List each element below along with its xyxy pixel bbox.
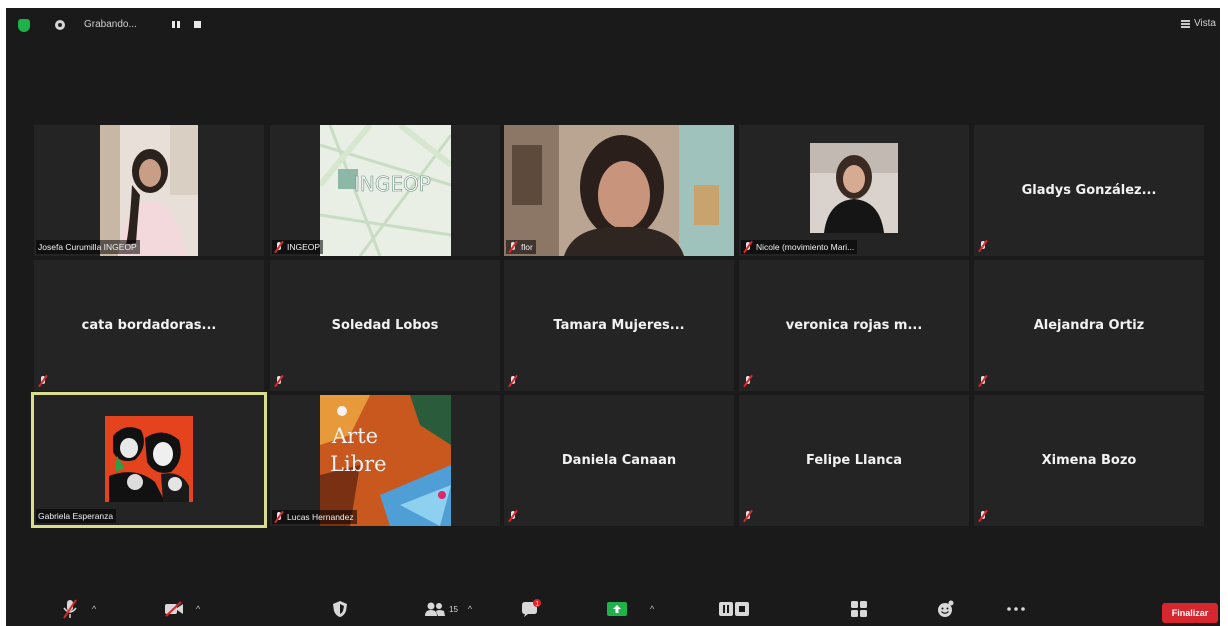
- record-pause-icon: [719, 602, 749, 616]
- ingeop-logo-text: INGEOP: [354, 172, 431, 196]
- participant-name: Alejandra Ortiz: [1033, 318, 1145, 333]
- ingeop-logo-image: INGEOP: [320, 125, 451, 256]
- participant-label: Gabriela Esperanza: [36, 509, 117, 523]
- participants-icon: [425, 602, 445, 616]
- mic-muted-icon: [743, 375, 753, 387]
- participant-tile-alejandra[interactable]: Alejandra Ortiz: [974, 260, 1204, 391]
- chevron-up-icon[interactable]: ^: [650, 604, 654, 614]
- mic-muted-icon: [274, 241, 284, 253]
- meeting-window: Grabando... Vista Josefa Curumilla INGEO…: [6, 8, 1220, 626]
- participant-name: cata bordadoras...: [81, 318, 217, 333]
- more-icon: [1007, 607, 1025, 611]
- mic-muted-icon: [508, 241, 518, 253]
- chevron-up-icon[interactable]: ^: [468, 604, 472, 614]
- mic-muted-icon: [508, 375, 518, 387]
- participant-label: Nicole (movimiento Mari...: [741, 240, 858, 254]
- participant-tile-josefa[interactable]: Josefa Curumilla INGEOP: [34, 125, 264, 256]
- end-meeting-button[interactable]: Finalizar: [1162, 603, 1218, 623]
- participant-tile-gabriela[interactable]: Gabriela Esperanza: [31, 392, 267, 528]
- security-button[interactable]: [332, 598, 348, 620]
- chat-button[interactable]: 1: [520, 598, 542, 620]
- mute-button[interactable]: ^: [62, 598, 96, 620]
- pause-icon[interactable]: [170, 19, 182, 30]
- apps-button[interactable]: [850, 598, 868, 620]
- chat-icon: 1: [522, 599, 541, 617]
- share-screen-button[interactable]: ^: [606, 598, 654, 620]
- participant-tile-tamara[interactable]: Tamara Mujeres...: [504, 260, 734, 391]
- mic-muted-icon: [743, 241, 753, 253]
- participant-tile-felipe[interactable]: Felipe Llanca: [739, 395, 969, 526]
- art-title-line-1: Arte: [331, 424, 378, 448]
- top-bar: Grabando... Vista: [6, 8, 1220, 42]
- art-title-line-2: Libre: [330, 452, 387, 476]
- mic-muted-icon: [508, 510, 518, 522]
- participant-name: Ximena Bozo: [1041, 453, 1137, 468]
- participant-label: INGEOP: [272, 240, 324, 254]
- participant-label: flor: [506, 240, 536, 254]
- mic-muted-icon: [743, 510, 753, 522]
- participant-name: Gladys González...: [1021, 183, 1157, 198]
- chevron-up-icon[interactable]: ^: [92, 604, 96, 614]
- participant-name: Tamara Mujeres...: [553, 318, 685, 333]
- participant-video: [100, 125, 198, 256]
- participants-button[interactable]: 15 ^: [424, 598, 472, 620]
- reactions-icon: [938, 600, 954, 617]
- participant-tile-daniela[interactable]: Daniela Canaan: [504, 395, 734, 526]
- participant-name: veronica rojas m...: [785, 318, 923, 333]
- security-icon: [333, 601, 347, 617]
- record-icon: [55, 20, 65, 30]
- participant-tile-ingeop[interactable]: INGEOP INGEOP: [270, 125, 500, 256]
- participant-tile-nicole[interactable]: Nicole (movimiento Mari...: [739, 125, 969, 256]
- participant-tile-gladys[interactable]: Gladys González...: [974, 125, 1204, 256]
- participant-label: Josefa Curumilla INGEOP: [36, 240, 140, 254]
- participant-tile-soledad[interactable]: Soledad Lobos: [270, 260, 500, 391]
- share-screen-icon: [607, 602, 627, 616]
- view-button[interactable]: Vista: [1180, 18, 1216, 29]
- grid-view-icon: [1180, 19, 1190, 28]
- participant-tile-flor[interactable]: flor: [504, 125, 734, 256]
- recording-status: Grabando...: [84, 19, 137, 30]
- record-control-button[interactable]: [718, 598, 750, 620]
- reactions-button[interactable]: [936, 598, 954, 620]
- video-off-icon: [165, 601, 183, 617]
- start-video-button[interactable]: ^: [164, 598, 200, 620]
- meeting-toolbar: ^ ^ 15 ^ 1 ^ Finalizar: [6, 592, 1220, 626]
- mic-muted-icon: [63, 599, 77, 619]
- participant-video: [504, 125, 734, 256]
- participant-tile-lucas[interactable]: Arte Libre Lucas Hernandez: [270, 395, 500, 526]
- participants-count: 15: [449, 604, 458, 614]
- arte-libre-image: Arte Libre: [320, 395, 451, 526]
- apps-icon: [851, 601, 867, 617]
- chevron-up-icon[interactable]: ^: [196, 604, 200, 614]
- participant-tile-cata[interactable]: cata bordadoras...: [34, 260, 264, 391]
- participant-video: [810, 143, 898, 233]
- mic-muted-icon: [978, 375, 988, 387]
- mic-muted-icon: [978, 240, 988, 252]
- participant-tile-veronica[interactable]: veronica rojas m...: [739, 260, 969, 391]
- participant-tile-ximena[interactable]: Ximena Bozo: [974, 395, 1204, 526]
- view-label: Vista: [1193, 18, 1216, 29]
- more-button[interactable]: [1006, 598, 1026, 620]
- participant-label: Lucas Hernandez: [272, 510, 357, 524]
- mic-muted-icon: [274, 511, 284, 523]
- participant-name: Daniela Canaan: [561, 453, 677, 468]
- stop-icon[interactable]: [194, 21, 201, 28]
- participant-avatar-image: [105, 416, 193, 502]
- mic-muted-icon: [274, 375, 284, 387]
- shield-icon[interactable]: [18, 19, 30, 32]
- mic-muted-icon: [38, 375, 48, 387]
- participant-name: Felipe Llanca: [806, 453, 902, 468]
- mic-muted-icon: [978, 510, 988, 522]
- participant-name: Soledad Lobos: [331, 318, 439, 333]
